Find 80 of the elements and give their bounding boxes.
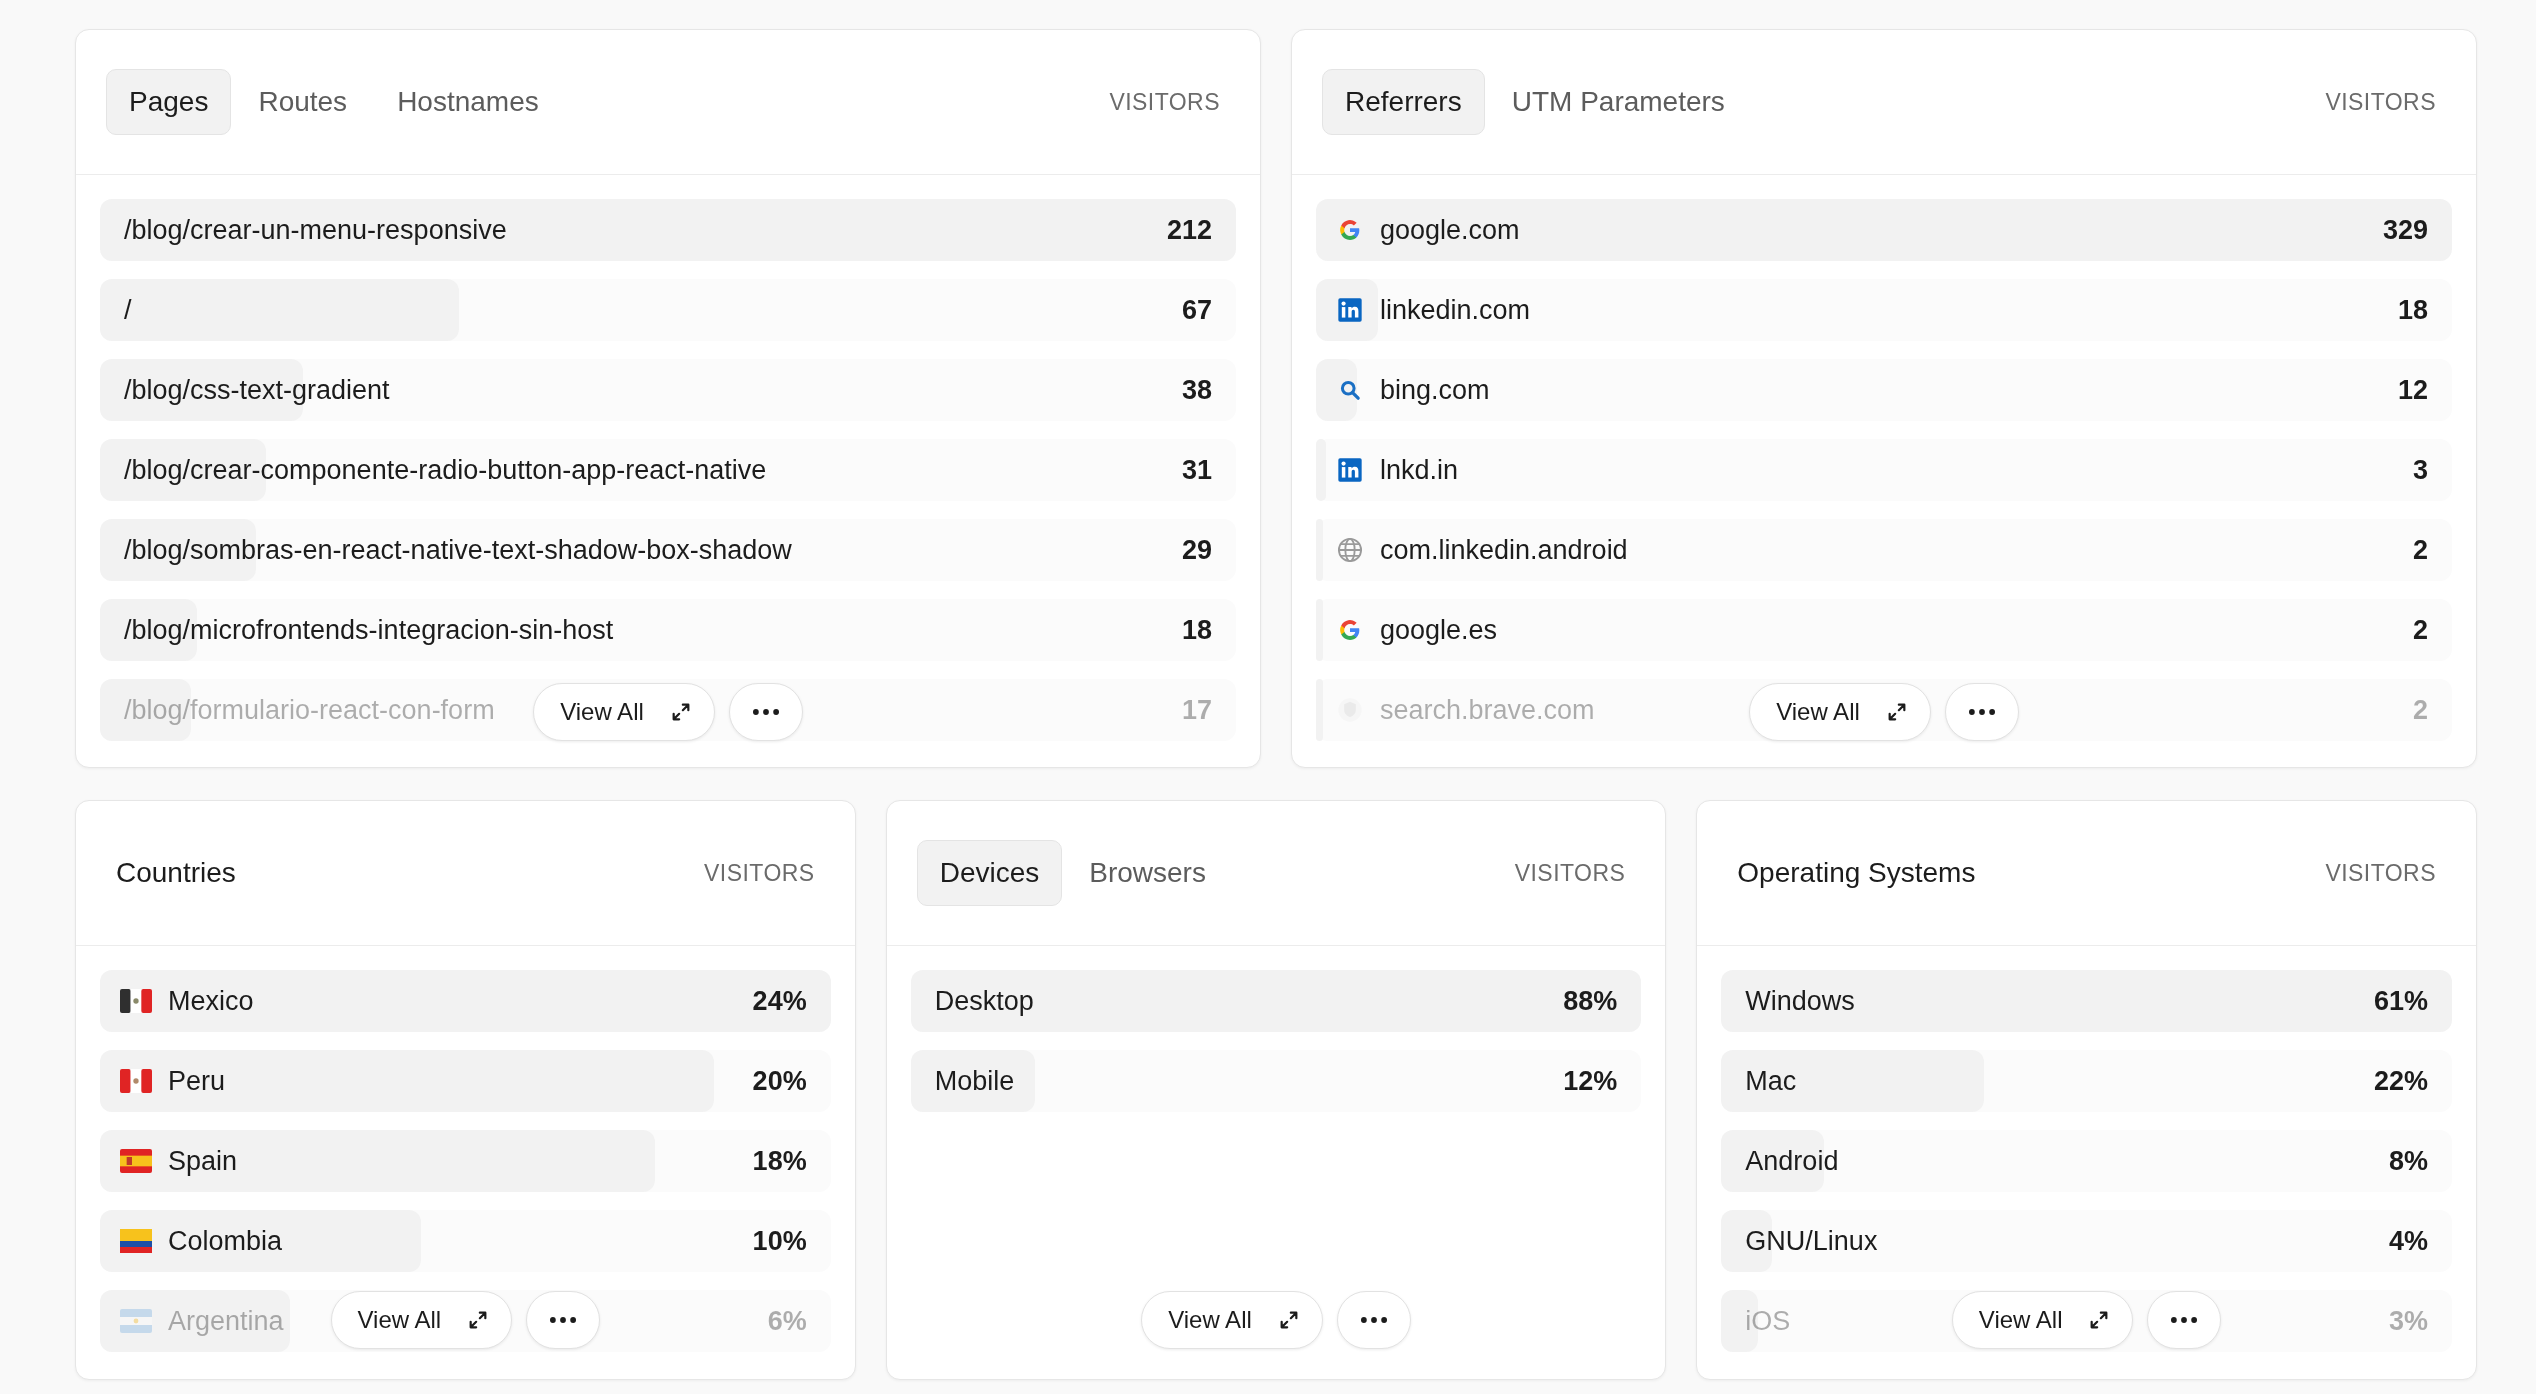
- column-header: VISITORS: [1514, 858, 1626, 888]
- row-value: 4%: [2388, 1224, 2428, 1258]
- tab[interactable]: Devices: [916, 840, 1063, 906]
- in-logo-icon: [1336, 456, 1364, 484]
- row-value: 3%: [2388, 1304, 2428, 1338]
- row-label: /blog/crear-componente-radio-button-app-react-native: [123, 453, 767, 487]
- view-all-button[interactable]: View All: [533, 683, 715, 741]
- tab[interactable]: Browsers: [1066, 840, 1229, 906]
- more-icon: [752, 709, 779, 715]
- row-label: linkedin.com: [1380, 293, 1531, 327]
- row-label: Desktop: [933, 984, 1034, 1018]
- row-label: Mobile: [933, 1064, 1015, 1098]
- row-value: 12: [2397, 373, 2428, 407]
- more-icon: [1360, 1317, 1387, 1323]
- more-icon: [550, 1317, 577, 1323]
- row-value: 8%: [2388, 1144, 2428, 1178]
- column-header: VISITORS: [2325, 858, 2436, 888]
- row-label: lnkd.in: [1380, 453, 1459, 487]
- column-header: VISITORS: [2325, 87, 2436, 117]
- more-icon: [1968, 709, 1995, 715]
- more-button[interactable]: [1336, 1291, 1411, 1349]
- row-value: 17: [1181, 693, 1212, 727]
- row-value: 20%: [752, 1064, 807, 1098]
- row-label: Argentina: [168, 1304, 284, 1338]
- row-value: 3: [2412, 453, 2428, 487]
- view-all-button[interactable]: View All: [330, 1291, 513, 1349]
- row-label: Android: [1744, 1144, 1839, 1178]
- panel-title: Operating Systems: [1736, 856, 1976, 890]
- row-value: 18%: [752, 1144, 807, 1178]
- row-value: 2: [2412, 533, 2428, 567]
- row-label: Spain: [168, 1144, 238, 1178]
- tab[interactable]: Referrers: [1322, 69, 1485, 135]
- row-label: bing.com: [1380, 373, 1490, 407]
- in-logo-icon: [1336, 296, 1364, 324]
- row-label: google.es: [1380, 613, 1498, 647]
- row-value: 88%: [1563, 984, 1618, 1018]
- more-icon: [2171, 1317, 2198, 1323]
- row-value: 2: [2412, 613, 2428, 647]
- row-value: 18: [2397, 293, 2428, 327]
- column-header: VISITORS: [1109, 87, 1220, 117]
- row-label: /blog/css-text-gradient: [123, 373, 390, 407]
- row-label: google.com: [1380, 213, 1520, 247]
- tab[interactable]: Routes: [235, 69, 371, 135]
- row-label: /: [123, 293, 132, 327]
- row-label: /blog/formulario-react-con-form: [123, 693, 495, 727]
- tab[interactable]: Hostnames: [374, 69, 562, 135]
- row-value: 329: [2382, 213, 2428, 247]
- row-label: Mac: [1744, 1064, 1797, 1098]
- row-value: 38: [1181, 373, 1212, 407]
- row-label: Windows: [1744, 984, 1855, 1018]
- row-value: 67: [1181, 293, 1212, 327]
- row-value: 2: [2412, 693, 2428, 727]
- row-label: com.linkedin.android: [1380, 533, 1628, 567]
- row-value: 61%: [2373, 984, 2428, 1018]
- row-value: 10%: [752, 1224, 807, 1258]
- row-label: GNU/Linux: [1744, 1224, 1878, 1258]
- row-label: /blog/microfrontends-integracion-sin-host: [123, 613, 614, 647]
- view-all-button[interactable]: View All: [1141, 1291, 1323, 1349]
- row-label: Mexico: [168, 984, 254, 1018]
- row-label: /blog/sombras-en-react-native-text-shadow-box-shadow: [123, 533, 792, 567]
- view-all-button[interactable]: View All: [1951, 1291, 2134, 1349]
- row-value: 22%: [2373, 1064, 2428, 1098]
- row-label: search.brave.com: [1380, 693, 1595, 727]
- row-label: Peru: [168, 1064, 226, 1098]
- tab[interactable]: UTM Parameters: [1488, 69, 1748, 135]
- row-value: 18: [1181, 613, 1212, 647]
- view-all-button[interactable]: View All: [1749, 683, 1931, 741]
- tab[interactable]: Pages: [106, 69, 232, 135]
- row-label: iOS: [1744, 1304, 1791, 1338]
- row-value: 212: [1166, 213, 1212, 247]
- globe-icon: [1336, 536, 1364, 564]
- row-value: 24%: [752, 984, 807, 1018]
- row-value: 31: [1181, 453, 1212, 487]
- column-header: VISITORS: [704, 858, 815, 888]
- row-value: 6%: [767, 1304, 807, 1338]
- row-label: /blog/crear-un-menu-responsive: [123, 213, 507, 247]
- row-value: 12%: [1563, 1064, 1618, 1098]
- row-value: 29: [1181, 533, 1212, 567]
- row-label: Colombia: [168, 1224, 283, 1258]
- panel-title: Countries: [115, 856, 236, 890]
